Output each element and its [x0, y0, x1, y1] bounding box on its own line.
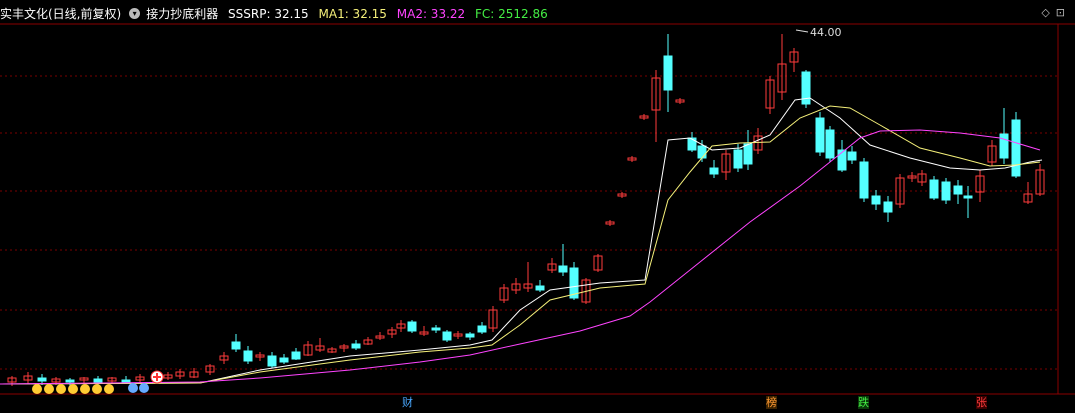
- sssrp-value: SSSRP: 32.15: [228, 7, 309, 21]
- peak-pointer: [795, 29, 809, 33]
- candle-body: [743, 143, 753, 165]
- candle-body: [231, 341, 241, 350]
- candle-body: [442, 331, 452, 341]
- stock-title[interactable]: 实丰文化(日线,前复权): [0, 7, 121, 21]
- ranking-badge[interactable]: 榜: [766, 396, 777, 409]
- candle-body: [847, 151, 857, 161]
- smiley-icon: [80, 384, 90, 394]
- ranking-icon: [139, 383, 149, 393]
- smiley-icon: [32, 384, 42, 394]
- candle-body: [963, 195, 973, 199]
- candle-body: [351, 343, 361, 349]
- candle-body: [709, 167, 719, 175]
- candle-body: [243, 350, 253, 362]
- candle-body: [291, 351, 301, 360]
- candle-body: [279, 357, 289, 363]
- rise-badge[interactable]: 张: [976, 396, 987, 409]
- peak-price-label: 44.00: [810, 26, 842, 39]
- candle-body: [93, 378, 103, 383]
- candle-body: [687, 137, 697, 151]
- ranking-icon: [128, 383, 138, 393]
- candle-body: [267, 355, 277, 367]
- smiley-icon: [104, 384, 114, 394]
- window-controls: ◇ ⊡: [1035, 6, 1065, 19]
- candle-body: [37, 377, 47, 382]
- smiley-icon: [44, 384, 54, 394]
- candle-body: [663, 55, 673, 91]
- candle-body: [121, 379, 131, 383]
- candle-body: [953, 185, 963, 195]
- diamond-icon[interactable]: ◇: [1041, 6, 1049, 19]
- candle-body: [999, 133, 1009, 159]
- ma2-value: MA2: 33.22: [396, 7, 466, 21]
- candle-body: [941, 181, 951, 201]
- ma1-line: [0, 105, 1041, 385]
- smiley-icon: [56, 384, 66, 394]
- price-chart[interactable]: [0, 0, 1075, 413]
- ma2-line: [0, 129, 1041, 385]
- drop-badge[interactable]: 跌: [858, 396, 869, 409]
- candle-body: [1011, 119, 1021, 177]
- candle-body: [825, 129, 835, 159]
- sssrp-line: [0, 97, 1043, 385]
- ma1-value: MA1: 32.15: [318, 7, 387, 21]
- chart-header: 实丰文化(日线,前复权) ▾ 接力抄底利器 SSSRP: 32.15 MA1: 32…: [0, 6, 554, 22]
- candle-body: [733, 149, 743, 169]
- smiley-icon: [68, 384, 78, 394]
- candle-body: [477, 325, 487, 333]
- candle-body: [65, 379, 75, 383]
- candle-body: [558, 265, 568, 273]
- candle-body: [929, 179, 939, 199]
- candle-body: [465, 333, 475, 338]
- candle-body: [535, 285, 545, 291]
- fc-value: FC: 2512.86: [475, 7, 548, 21]
- chevron-down-icon[interactable]: ▾: [129, 8, 141, 19]
- candle-body: [407, 321, 417, 332]
- candle-body: [859, 161, 869, 199]
- candle-body: [883, 201, 893, 213]
- smiley-icon: [92, 384, 102, 394]
- candle-body: [815, 117, 825, 153]
- candle-body: [431, 327, 441, 331]
- indicator-name[interactable]: 接力抄底利器: [146, 7, 218, 21]
- candle-body: [697, 145, 707, 159]
- restore-icon[interactable]: ⊡: [1056, 6, 1065, 19]
- finance-badge[interactable]: 财: [402, 396, 413, 409]
- candle-body: [871, 195, 881, 205]
